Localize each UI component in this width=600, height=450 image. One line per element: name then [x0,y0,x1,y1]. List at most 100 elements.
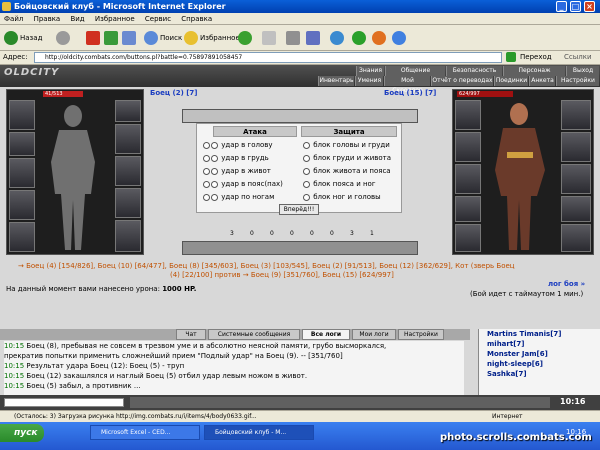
block-head-row[interactable]: блок головы и груди [303,140,390,151]
back-button[interactable]: Назад [4,29,42,47]
attack-belly-radio[interactable] [203,167,210,175]
legs-slot[interactable] [115,188,141,218]
attack-groin-row[interactable]: удар в пояс(пах) [203,179,283,190]
attack-chest-radio-2[interactable] [211,154,218,162]
search-button[interactable]: Поиск [144,29,182,47]
chat-tool-icons[interactable] [130,397,550,408]
favorites-button[interactable]: Избранное [184,29,240,47]
gloves-slot[interactable] [115,124,141,154]
nav-security[interactable]: Безопасность [446,66,502,76]
attack-legs-radio-2[interactable] [211,193,218,201]
nav-exit[interactable]: Выход [566,66,599,76]
opp-cloak-slot[interactable] [561,224,591,252]
opp-gloves-slot[interactable] [561,132,591,162]
right-fighter-name[interactable]: Боец (15) [7] [384,89,436,97]
chat-input[interactable] [4,398,124,407]
menu-edit[interactable]: Правка [30,13,65,25]
close-button[interactable]: × [584,1,595,12]
opp-legs-slot[interactable] [561,196,591,222]
nav-transfers[interactable]: Отчёт о переводах [431,76,493,86]
nav-battles[interactable]: Поединки [494,76,528,86]
left-fighter-name[interactable]: Боец (2) [7] [150,89,198,97]
battle-log-link[interactable]: лог боя » [548,280,585,288]
attack-head-radio-2[interactable] [211,141,218,149]
block-belly-row[interactable]: блок живота и пояса [303,166,391,177]
attack-head-radio[interactable] [203,141,210,149]
attack-belly-radio-2[interactable] [211,167,218,175]
nav-knowledge[interactable]: Знания [356,66,384,76]
skills-toolbar[interactable] [182,241,418,255]
user-item[interactable]: Martins Timanis[7] [479,329,600,339]
armor-slot[interactable] [9,158,35,188]
edit-button[interactable] [306,29,322,47]
block-chest-radio[interactable] [303,154,310,162]
research-button[interactable] [392,29,408,47]
task-ie[interactable]: Бойцовский клуб - M... [204,425,314,440]
history-button[interactable] [238,29,254,47]
menu-favorites[interactable]: Избранное [91,13,139,25]
tab-chat[interactable]: Чат [176,329,206,340]
attack-belly-row[interactable]: удар в живот [203,166,271,177]
block-legs-radio[interactable] [303,193,310,201]
messenger-button[interactable] [352,29,368,47]
attack-legs-row[interactable]: удар по ногам [203,192,274,203]
opp-shield-slot[interactable] [561,164,591,194]
boots-slot[interactable] [9,222,35,252]
nav-scroller[interactable]: Мой Скроллер [384,76,430,94]
maximize-button[interactable]: □ [570,1,581,12]
mail-button[interactable] [262,29,278,47]
cloak-slot[interactable] [115,220,141,252]
tab-all-logs[interactable]: Все логи [302,329,350,340]
user-item[interactable]: mihart[7] [479,339,600,349]
tab-my-logs[interactable]: Мои логи [352,329,396,340]
shield-slot[interactable] [115,156,141,186]
menu-tools[interactable]: Сервис [141,13,175,25]
nav-profile[interactable]: Анкета [529,76,555,86]
task-excel[interactable]: Microsoft Excel - CED... [90,425,200,440]
icq-button[interactable] [372,29,388,47]
opp-armor-slot[interactable] [455,164,481,194]
block-legs-row[interactable]: блок ног и головы [303,192,381,203]
menu-file[interactable]: Файл [0,13,27,25]
helmet-slot[interactable] [9,100,35,130]
tab-settings[interactable]: Настройки [398,329,444,340]
address-input[interactable]: http://oldcity.combats.com/buttons.pl?ba… [34,52,502,63]
block-head-radio[interactable] [303,141,310,149]
go-button[interactable]: Переход [520,53,552,61]
block-belt-radio[interactable] [303,180,310,188]
attack-groin-radio-2[interactable] [211,180,218,188]
ring-slot[interactable] [115,100,141,122]
nav-settings[interactable]: Настройки [556,76,599,86]
print-button[interactable] [286,29,302,47]
nav-character[interactable]: Персонаж [503,66,565,76]
opp-ring-slot[interactable] [561,100,591,130]
refresh-button[interactable] [104,29,120,47]
nav-inventory[interactable]: Инвентарь [318,76,354,86]
attack-chest-radio[interactable] [203,154,210,162]
forward-button[interactable]: Вперёд!!! [279,204,319,215]
opp-belt-slot[interactable] [455,196,481,222]
opp-boots-slot[interactable] [455,224,481,252]
block-belt-row[interactable]: блок пояса и ног [303,179,376,190]
minimize-button[interactable]: _ [556,1,567,12]
user-item[interactable]: night-sleep[6] [479,359,600,369]
menu-help[interactable]: Справка [177,13,216,25]
user-item[interactable]: Monster Jam[6] [479,349,600,359]
attack-groin-radio[interactable] [203,180,210,188]
attack-chest-row[interactable]: удар в грудь [203,153,269,164]
nav-skills[interactable]: Умения [355,76,383,86]
block-belly-radio[interactable] [303,167,310,175]
menu-view[interactable]: Вид [66,13,88,25]
nav-social[interactable]: Общение [385,66,445,76]
attack-head-row[interactable]: удар в голову [203,140,273,151]
stop-button[interactable] [86,29,102,47]
belt-slot[interactable] [9,190,35,220]
weapon-slot[interactable] [9,132,35,156]
user-item[interactable]: Sashka[7] [479,369,600,379]
block-chest-row[interactable]: блок груди и живота [303,153,391,164]
home-button[interactable] [122,29,138,47]
tab-system[interactable]: Системные сообщения [208,329,300,340]
opp-weapon-slot[interactable] [455,132,481,162]
discuss-button[interactable] [330,29,346,47]
opp-helmet-slot[interactable] [455,100,481,130]
